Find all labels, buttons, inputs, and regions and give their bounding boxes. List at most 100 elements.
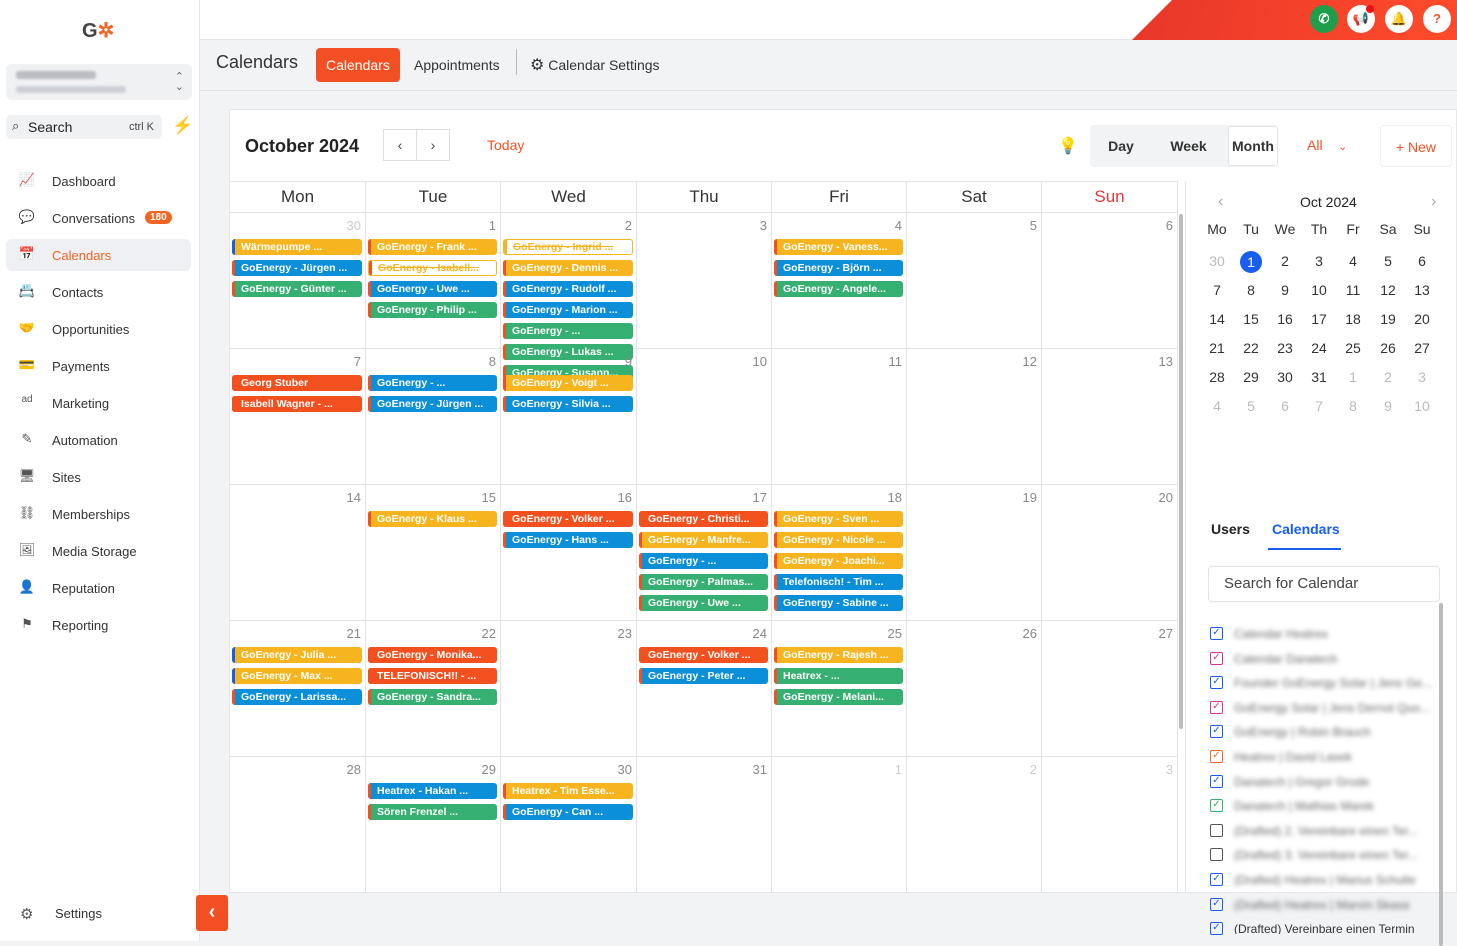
mini-day[interactable]: 25 [1336, 338, 1370, 358]
sidebar-item-opportunities[interactable]: 🤝 Opportunities [6, 313, 191, 345]
day-cell[interactable]: 2 [907, 757, 1042, 893]
calendar-event[interactable]: GoEnergy - Vaness... [774, 239, 903, 255]
calendar-event[interactable]: GoEnergy - Philip ... [368, 302, 497, 318]
checkbox[interactable]: ✓ [1210, 676, 1223, 690]
mini-day[interactable]: 3 [1302, 251, 1336, 271]
checkbox[interactable] [1210, 848, 1223, 862]
calendar-event[interactable]: GoEnergy - Volker ... [639, 647, 768, 663]
calendar-list-item[interactable]: ✓ Calendar Heatrex [1210, 625, 1435, 643]
account-switcher[interactable]: ⌃ ⌄ [6, 64, 192, 100]
calendar-event[interactable]: GoEnergy - Monika... [368, 647, 497, 663]
mini-day[interactable]: 10 [1405, 396, 1439, 416]
mini-day[interactable]: 12 [1371, 280, 1405, 300]
tab-appointments[interactable]: Appointments [404, 48, 510, 82]
calendar-event[interactable]: GoEnergy - Uwe ... [368, 281, 497, 297]
sidebar-item-memberships[interactable]: ⛓ Memberships [6, 498, 191, 530]
quick-action-bolt-icon[interactable]: ⚡ [172, 116, 193, 136]
sidebar-item-reporting[interactable]: ⚑ Reporting [6, 609, 191, 641]
day-cell[interactable]: 4 GoEnergy - Vaness... GoEnergy - Björn ..… [772, 213, 907, 349]
calendar-event[interactable]: Sören Frenzel ... [368, 804, 497, 820]
day-cell[interactable]: 18 GoEnergy - Sven ... GoEnergy - Nicole .… [772, 485, 907, 621]
day-cell[interactable]: 7 Georg Stuber Isabell Wagner - ... [230, 349, 366, 485]
megaphone-icon[interactable]: 📢 [1347, 5, 1375, 33]
checkbox[interactable]: ✓ [1210, 922, 1223, 936]
calendar-event[interactable]: GoEnergy - Klaus ... [368, 511, 497, 527]
mini-day[interactable]: 20 [1405, 309, 1439, 329]
day-cell[interactable]: 20 [1042, 485, 1178, 621]
sidebar-item-conversations[interactable]: 💬 Conversations 180 [6, 202, 191, 234]
calendar-event[interactable]: GoEnergy - Rajesh ... [774, 647, 903, 663]
today-button[interactable]: Today [487, 137, 524, 153]
calendar-event[interactable]: GoEnergy - Peter ... [639, 668, 768, 684]
mini-day[interactable]: 19 [1371, 309, 1405, 329]
calendar-event[interactable]: GoEnergy - ... [368, 375, 497, 391]
day-cell[interactable]: 31 [637, 757, 772, 893]
sidebar-item-contacts[interactable]: 📇 Contacts [6, 276, 191, 308]
mini-day[interactable]: 11 [1336, 280, 1370, 300]
calendar-event[interactable]: GoEnergy - Rudolf ... [503, 281, 633, 297]
calendar-list-item[interactable]: ✓ Danatech | Gregor Grode [1210, 773, 1435, 791]
day-cell[interactable]: 15 GoEnergy - Klaus ... [366, 485, 501, 621]
calendar-event[interactable]: GoEnergy - Jürgen ... [232, 260, 362, 276]
day-cell[interactable]: 2 GoEnergy - Ingrid ... GoEnergy - Dennis … [501, 213, 637, 381]
help-icon[interactable]: ? [1423, 5, 1451, 33]
mini-day[interactable]: 18 [1336, 309, 1370, 329]
calendar-list-item[interactable]: ✓ Danatech | Mathias Marek [1210, 797, 1435, 815]
calendar-event[interactable]: GoEnergy - Volker ... [503, 511, 633, 527]
day-cell[interactable]: 27 [1042, 621, 1178, 757]
day-cell[interactable]: 28 [230, 757, 366, 893]
calendar-event[interactable]: Isabell Wagner - ... [232, 396, 362, 412]
calendar-event[interactable]: GoEnergy - Dennis ... [503, 260, 633, 276]
day-cell[interactable]: 30 Heatrex - Tim Esse... GoEnergy - Can ..… [501, 757, 637, 893]
mini-day[interactable]: 5 [1371, 251, 1405, 271]
mini-day[interactable]: 27 [1405, 338, 1439, 358]
checkbox[interactable]: ✓ [1210, 651, 1223, 665]
calendar-event[interactable]: Heatrex - Hakan ... [368, 783, 497, 799]
grid-scrollbar[interactable] [1179, 214, 1183, 729]
view-day-button[interactable]: Day [1090, 125, 1152, 167]
calendar-event[interactable]: GoEnergy - Manfre... [639, 532, 768, 548]
mini-day[interactable]: 15 [1234, 309, 1268, 329]
mini-day[interactable]: 1 [1234, 251, 1268, 273]
mini-day[interactable]: 7 [1200, 280, 1234, 300]
checkbox[interactable]: ✓ [1210, 700, 1223, 714]
calendar-list-item[interactable]: ✓ Calendar Danatech [1210, 650, 1435, 668]
calendar-event[interactable]: Heatrex - ... [774, 668, 903, 684]
calendar-event[interactable]: GoEnergy - Silvia ... [503, 396, 633, 412]
calendar-event[interactable]: Telefonisch! - Tim ... [774, 574, 903, 590]
mini-day[interactable]: 28 [1200, 367, 1234, 387]
calendar-list-item[interactable]: ✓ GoEnergy | Robin Brauch [1210, 723, 1435, 741]
calendar-event[interactable]: GoEnergy - Sandra... [368, 689, 497, 705]
day-cell[interactable]: 26 [907, 621, 1042, 757]
sidebar-item-settings[interactable]: ⚙ Settings [6, 898, 191, 928]
app-logo[interactable]: G✲ [82, 18, 114, 43]
calendar-event[interactable]: TELEFONISCH!! - ... [368, 668, 497, 684]
calendar-event[interactable]: GoEnergy - Ingrid ... [503, 239, 633, 255]
calendar-event[interactable]: GoEnergy - Isabell... [368, 260, 497, 276]
sidebar-item-dashboard[interactable]: 📈 Dashboard [6, 165, 191, 197]
mini-day[interactable]: 13 [1405, 280, 1439, 300]
mini-day[interactable]: 8 [1336, 396, 1370, 416]
mini-day[interactable]: 2 [1371, 367, 1405, 387]
calendar-list-item[interactable]: ✓ GoEnergy Solar | Jens Dernot Quo... [1210, 699, 1435, 717]
mini-day[interactable]: 6 [1268, 396, 1302, 416]
calendar-event[interactable]: GoEnergy - Can ... [503, 804, 633, 820]
mini-day[interactable]: 1 [1336, 367, 1370, 387]
sidebar-search[interactable]: ⌕ Search ctrl K [6, 115, 162, 139]
calendar-list-item[interactable]: ✓ (Drafted) Vereinbare einen Termin [1210, 920, 1435, 938]
checkbox[interactable]: ✓ [1210, 799, 1223, 813]
mini-day[interactable]: 9 [1371, 396, 1405, 416]
calendar-event[interactable]: Wärmepumpe ... [232, 239, 362, 255]
calendar-list-item[interactable]: ✓ (Drafted) Heatrex | Marvin Skasa [1210, 896, 1435, 914]
calendar-event[interactable]: GoEnergy - Uwe ... [639, 595, 768, 611]
tab-side-calendars[interactable]: Calendars [1272, 521, 1340, 537]
day-cell[interactable]: 1 GoEnergy - Frank ... GoEnergy - Isabell.… [366, 213, 501, 349]
day-cell[interactable]: 25 GoEnergy - Rajesh ... Heatrex - ... GoEn… [772, 621, 907, 757]
day-cell[interactable]: 9 GoEnergy - Voigt ... GoEnergy - Silvia .… [501, 349, 637, 485]
mini-day[interactable]: 3 [1405, 367, 1439, 387]
sidebar-item-sites[interactable]: 🖥 Sites [6, 461, 191, 493]
bell-icon[interactable]: 🔔 [1385, 5, 1413, 33]
tab-users[interactable]: Users [1211, 521, 1250, 537]
calendar-event[interactable]: GoEnergy - Sven ... [774, 511, 903, 527]
tab-calendars[interactable]: Calendars [316, 48, 400, 82]
